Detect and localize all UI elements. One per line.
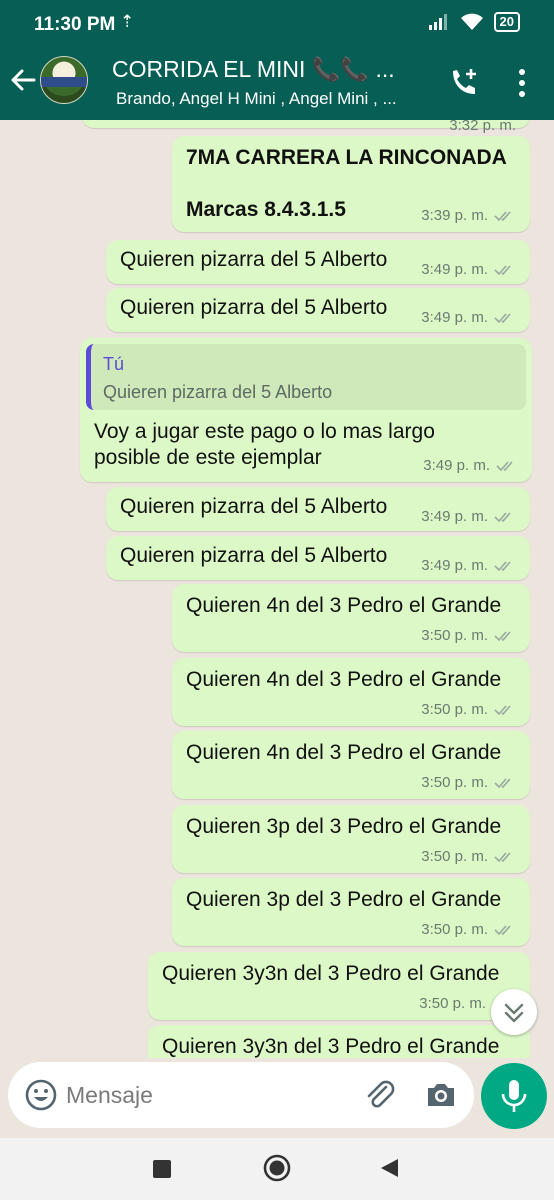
message-list[interactable]: 3:32 p. m. 7MA CARRERA LA RINCONADA Marc… [0,120,554,1058]
message-text: Quieren 3y3n del 3 Pedro el Grande [162,1035,500,1058]
message-text: Quieren 4n del 3 Pedro el Grande [186,668,502,691]
attach-icon[interactable] [362,1077,398,1113]
wifi-icon [460,13,483,30]
signal-icon [428,14,447,30]
message-bubble[interactable]: Quieren pizarra del 5 Alberto 3:49 p. m. [106,487,530,531]
message-time: 3:39 p. m. [421,207,488,224]
message-time: 3:50 p. m. [421,848,488,865]
message-meta: 3:39 p. m. [421,207,516,224]
message-meta: 3:50 p. m. [421,921,516,938]
message-meta: 3:49 p. m. [421,261,516,278]
chat-header: CORRIDA EL MINI 📞📞 ... Brando, Angel H M… [0,48,554,120]
message-bubble[interactable]: 7MA CARRERA LA RINCONADA Marcas 8.4.3.1.… [172,136,530,232]
recents-icon[interactable] [151,1158,173,1180]
message-meta: 3:50 p. m. [421,774,516,791]
read-ticks-icon [494,704,511,715]
read-ticks-icon [494,560,511,571]
status-icons: 20 [428,12,520,32]
quoted-message[interactable]: Tú Quieren pizarra del 5 Alberto [86,344,526,410]
message-bubble[interactable]: 3:32 p. m. [82,120,530,134]
microphone-icon [501,1080,527,1112]
message-text: Quieren pizarra del 5 Alberto [120,544,388,567]
read-ticks-icon [494,851,511,862]
read-ticks-icon [494,777,511,788]
message-bubble[interactable]: Quieren 4n del 3 Pedro el Grande 3:50 p.… [172,584,530,652]
read-ticks-icon [494,511,511,522]
group-avatar[interactable] [40,56,88,104]
message-bubble[interactable]: Quieren pizarra del 5 Alberto 3:49 p. m. [106,240,530,284]
back-arrow-icon[interactable] [8,62,38,98]
message-time: 3:49 p. m. [423,457,490,474]
message-text: Quieren 3p del 3 Pedro el Grande [186,815,502,838]
add-call-icon[interactable] [447,66,481,100]
read-ticks-icon [496,460,513,471]
message-text: Quieren pizarra del 5 Alberto [120,296,388,319]
message-bubble[interactable]: Quieren 3y3n del 3 Pedro el Grande 3:50 … [148,952,530,1020]
back-nav-icon[interactable] [378,1157,400,1179]
message-meta: 3:32 p. m. [449,120,516,134]
message-time: 3:49 p. m. [421,508,488,525]
message-bubble[interactable]: Quieren pizarra del 5 Alberto 3:49 p. m. [106,288,530,332]
message-meta: 3:50 p. m. [421,848,516,865]
reply-message-bubble[interactable]: Tú Quieren pizarra del 5 Alberto Voy a j… [80,338,532,482]
upload-icon: ⇡ [120,12,135,31]
message-title: 7MA CARRERA LA RINCONADA [186,146,507,169]
message-bubble[interactable]: Quieren 3p del 3 Pedro el Grande 3:50 p.… [172,878,530,946]
more-options-icon[interactable] [512,68,532,98]
system-nav-bar [0,1138,554,1200]
message-text: Quieren 3p del 3 Pedro el Grande [186,888,502,911]
message-time: 3:50 p. m. [419,995,486,1012]
message-bubble[interactable]: Quieren 3p del 3 Pedro el Grande 3:50 p.… [172,805,530,873]
message-text-line: posible de este ejemplar [94,446,322,469]
read-ticks-icon [494,924,511,935]
message-bubble[interactable]: Quieren 4n del 3 Pedro el Grande 3:50 p.… [172,731,530,799]
read-ticks-icon [494,210,511,221]
message-text: Marcas 8.4.3.1.5 [186,198,346,221]
message-meta: 3:49 p. m. [421,309,516,326]
message-text: Quieren pizarra del 5 Alberto [120,495,388,518]
scroll-to-bottom-button[interactable] [491,989,537,1035]
message-input[interactable] [66,1072,356,1118]
read-ticks-icon [494,312,511,323]
message-time: 3:50 p. m. [421,921,488,938]
composer-bar [0,1058,554,1138]
chat-title[interactable]: CORRIDA EL MINI 📞📞 ... [112,56,395,83]
message-time: 3:50 p. m. [421,774,488,791]
quoted-author: Tú [103,354,125,374]
message-bubble[interactable]: Quieren 4n del 3 Pedro el Grande 3:50 p.… [172,658,530,726]
message-meta: 3:49 p. m. [421,508,516,525]
emoji-icon[interactable] [24,1078,58,1112]
double-chevron-down-icon [504,1003,524,1023]
message-bubble[interactable]: Quieren pizarra del 5 Alberto 3:49 p. m. [106,536,530,580]
chat-participants[interactable]: Brando, Angel H Mini , Angel Mini , ... [116,89,397,109]
message-input-container[interactable] [8,1062,474,1128]
message-bubble[interactable]: Quieren 3y3n del 3 Pedro el Grande [148,1025,530,1058]
message-meta: 3:49 p. m. [421,557,516,574]
message-meta: 3:50 p. m. [419,995,486,1012]
message-time: 3:50 p. m. [421,701,488,718]
message-meta: 3:49 p. m. [423,457,518,474]
message-text: Quieren pizarra del 5 Alberto [120,248,388,271]
status-bar: 11:30 PM ⇡ 20 [0,0,554,48]
message-text: Quieren 3y3n del 3 Pedro el Grande [162,962,500,985]
quoted-text: Quieren pizarra del 5 Alberto [103,382,333,402]
message-time: 3:32 p. m. [449,120,516,134]
camera-icon[interactable] [424,1078,458,1112]
message-time: 3:50 p. m. [421,627,488,644]
message-time: 3:49 p. m. [421,309,488,326]
message-time: 3:49 p. m. [421,557,488,574]
voice-message-button[interactable] [481,1063,547,1129]
battery-level: 20 [493,12,520,32]
message-time: 3:49 p. m. [421,261,488,278]
message-meta: 3:50 p. m. [421,701,516,718]
status-time: 11:30 PM [34,14,116,35]
message-meta: 3:50 p. m. [421,627,516,644]
message-text-line: Voy a jugar este pago o lo mas largo [94,420,435,443]
read-ticks-icon [494,264,511,275]
home-icon[interactable] [262,1153,292,1183]
read-ticks-icon [494,630,511,641]
message-text: Quieren 4n del 3 Pedro el Grande [186,594,502,617]
message-text: Quieren 4n del 3 Pedro el Grande [186,741,502,764]
